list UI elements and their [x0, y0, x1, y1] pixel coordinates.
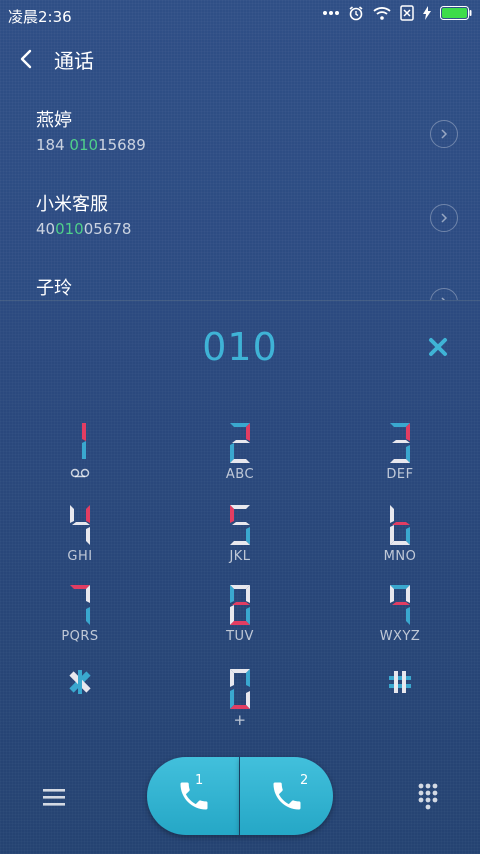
key-star[interactable]	[5, 667, 155, 737]
menu-icon	[43, 789, 65, 806]
header: 通话	[0, 40, 480, 80]
digit-1-glyph	[82, 423, 86, 459]
status-icons	[323, 5, 472, 21]
dialpad-icon	[418, 783, 438, 810]
digit-7-glyph	[70, 585, 90, 625]
dialpad: 010 ABC DEF GHI JKL MNO PQRS TUV WXYZ + …	[0, 300, 480, 854]
digit-0-glyph	[230, 669, 250, 709]
key-5[interactable]: JKL	[165, 503, 315, 573]
key-6[interactable]: MNO	[325, 503, 475, 573]
contact-number: 184 01015689	[36, 136, 146, 154]
contact-name: 子玲	[36, 278, 72, 299]
call-sim1-button[interactable]: 1	[147, 757, 240, 835]
star-key-glyph	[69, 670, 91, 694]
key-2[interactable]: ABC	[165, 421, 315, 491]
chevron-right-icon	[441, 213, 448, 223]
more-icon	[323, 11, 339, 15]
hash-key-glyph	[389, 671, 411, 693]
contact-name: 小米客服	[36, 194, 108, 215]
contact-detail-button[interactable]	[430, 120, 458, 148]
contact-number: 4001005678	[36, 220, 132, 238]
digit-3-glyph	[390, 423, 410, 463]
key-1[interactable]	[5, 421, 155, 491]
number-match: 010	[55, 220, 84, 238]
key-4[interactable]: GHI	[5, 503, 155, 573]
digit-9-glyph	[390, 585, 410, 625]
bottom-bar: 1 2	[0, 753, 480, 853]
digit-2-glyph	[230, 423, 250, 463]
phone-icon	[180, 782, 207, 810]
clear-button[interactable]	[424, 333, 452, 361]
keypad-toggle-button[interactable]	[414, 781, 442, 811]
battery-icon	[440, 6, 472, 20]
chevron-left-icon	[20, 49, 32, 69]
contact-item[interactable]: 燕婷 184 01015689	[0, 106, 480, 186]
contact-name: 燕婷	[36, 110, 72, 131]
no-sim-icon	[400, 5, 414, 21]
menu-button[interactable]	[40, 783, 68, 811]
call-buttons: 1 2	[147, 757, 333, 835]
sim2-label: 2	[300, 773, 309, 788]
status-time: 凌晨2:36	[8, 8, 72, 26]
page-title: 通话	[54, 49, 94, 73]
contact-detail-button[interactable]	[430, 204, 458, 232]
digit-5-glyph	[230, 505, 250, 545]
key-0[interactable]: +	[165, 667, 315, 737]
key-hash[interactable]	[325, 667, 475, 737]
digit-8-glyph	[230, 585, 250, 625]
digit-4-glyph	[70, 505, 90, 545]
key-9[interactable]: WXYZ	[325, 583, 475, 653]
dialed-number: 010	[202, 325, 278, 369]
back-button[interactable]	[14, 44, 42, 74]
key-8[interactable]: TUV	[165, 583, 315, 653]
call-sim2-button[interactable]: 2	[240, 757, 333, 835]
number-match: 010	[69, 136, 99, 154]
alarm-icon	[349, 6, 363, 21]
digit-6-glyph	[390, 505, 410, 545]
status-bar: 凌晨2:36	[0, 0, 480, 28]
charging-icon	[423, 6, 431, 20]
key-7[interactable]: PQRS	[5, 583, 155, 653]
sim1-label: 1	[195, 773, 204, 788]
voicemail-icon	[70, 468, 90, 478]
close-icon	[429, 338, 447, 356]
wifi-icon	[373, 7, 391, 20]
chevron-right-icon	[441, 129, 448, 139]
key-3[interactable]: DEF	[325, 421, 475, 491]
contact-item[interactable]: 小米客服 4001005678	[0, 190, 480, 270]
